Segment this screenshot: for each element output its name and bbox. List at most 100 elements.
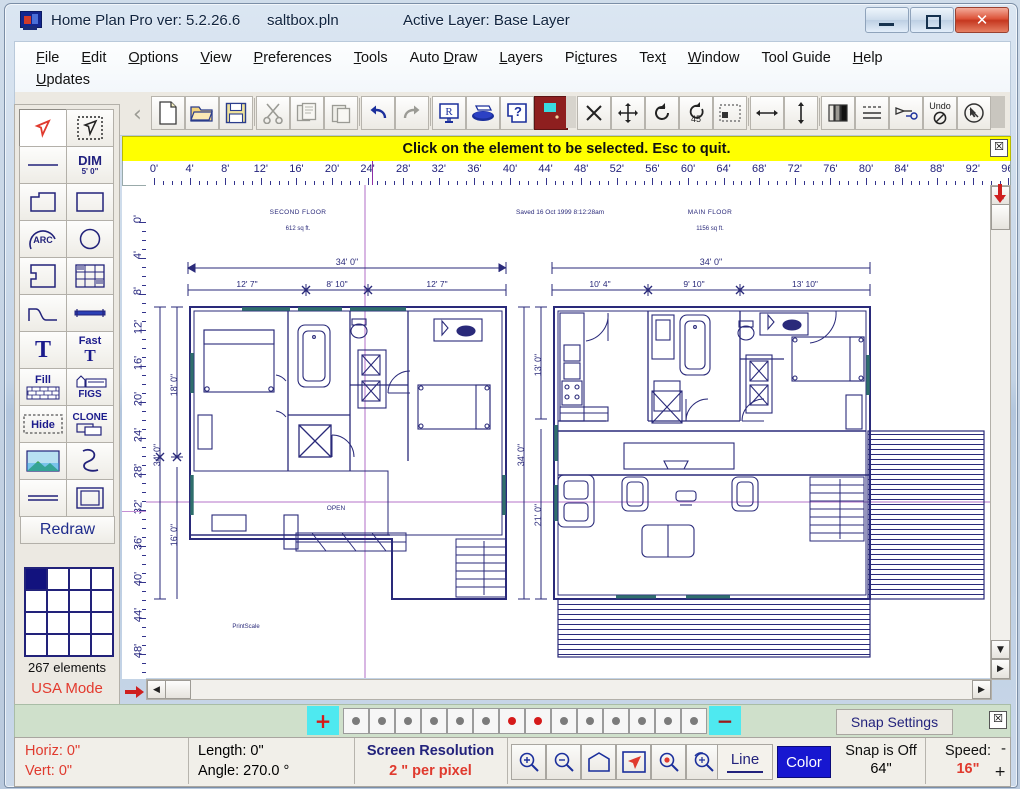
open-folder-icon[interactable] xyxy=(185,96,219,130)
rotate-icon[interactable] xyxy=(645,96,679,130)
layer-dot-8[interactable] xyxy=(551,708,577,734)
window-tool[interactable] xyxy=(66,257,114,295)
fast-text-tool[interactable]: Fast T xyxy=(66,331,114,369)
zoom-previous-icon[interactable] xyxy=(651,744,686,780)
line-style-button[interactable]: Line xyxy=(717,744,773,780)
render-monitor-icon[interactable]: R xyxy=(432,96,466,130)
snap-status-cell[interactable]: Snap is Off 64" xyxy=(837,738,926,784)
swatch[interactable] xyxy=(69,634,91,656)
swatch[interactable] xyxy=(25,590,47,612)
vertical-scroll-thumb[interactable] xyxy=(991,204,1010,230)
stair-curve-tool[interactable] xyxy=(19,294,67,332)
swatch[interactable] xyxy=(91,612,113,634)
layer-dot-active[interactable] xyxy=(499,708,525,734)
line-tool[interactable] xyxy=(19,146,67,184)
layer-dot-1[interactable] xyxy=(343,708,369,734)
cut-scissors-icon[interactable] xyxy=(256,96,290,130)
hide-tool[interactable]: Hide xyxy=(19,405,67,443)
zoom-in-icon[interactable] xyxy=(511,744,546,780)
help-room-icon[interactable]: ? xyxy=(500,96,534,130)
snap-settings-button[interactable]: Snap Settings xyxy=(836,709,953,735)
mirror-icon[interactable] xyxy=(821,96,855,130)
swatch[interactable] xyxy=(47,634,69,656)
swatch[interactable] xyxy=(25,634,47,656)
horizontal-scroll-thumb[interactable] xyxy=(165,680,191,699)
vertical-scrollbar[interactable]: ▲ ▼ ▶ xyxy=(990,185,1011,680)
horizontal-ruler[interactable]: 0' 4' 8' 12' 16' 20' 24' 28' 32' 36' 40' 44' 48' 52' 5… xyxy=(122,161,1011,185)
zoom-select-icon[interactable] xyxy=(616,744,651,780)
add-layer-button[interactable]: + xyxy=(307,706,339,735)
layer-dot-9[interactable] xyxy=(577,708,603,734)
redraw-button[interactable]: Redraw xyxy=(20,516,115,544)
print-icon[interactable] xyxy=(466,96,500,130)
swatch[interactable] xyxy=(69,590,91,612)
beam-tool[interactable] xyxy=(66,294,114,332)
menu-item-help[interactable]: Help xyxy=(842,50,894,66)
rotate-45-icon[interactable]: 45 xyxy=(679,96,713,130)
menu-item-tools[interactable]: Tools xyxy=(343,50,399,66)
text-tool[interactable]: T xyxy=(19,331,67,369)
menu-item-pictures[interactable]: Pictures xyxy=(554,50,628,66)
frame-tool[interactable] xyxy=(66,479,114,517)
undo-icon[interactable] xyxy=(361,96,395,130)
speed-increase-button[interactable]: + xyxy=(994,764,1006,780)
circle-tool[interactable] xyxy=(66,220,114,258)
new-file-icon[interactable] xyxy=(151,96,185,130)
menu-item-file[interactable]: File xyxy=(25,50,70,66)
no-select-icon[interactable] xyxy=(957,96,991,130)
menu-item-options[interactable]: Options xyxy=(117,50,189,66)
measure-icon[interactable] xyxy=(889,96,923,130)
paste-icon[interactable] xyxy=(324,96,358,130)
select-arrow-tool[interactable] xyxy=(19,109,67,147)
horizontal-scrollbar[interactable]: ◀ ▶ xyxy=(146,679,992,700)
move-icon[interactable] xyxy=(611,96,645,130)
menu-item-preferences[interactable]: Preferences xyxy=(243,50,343,66)
horizontal-resize-icon[interactable] xyxy=(750,96,784,130)
layer-bar-close-button[interactable]: ☒ xyxy=(989,711,1007,729)
layer-dot-3[interactable] xyxy=(395,708,421,734)
color-button[interactable]: Color xyxy=(777,746,831,778)
zoom-out-icon[interactable] xyxy=(546,744,581,780)
save-disk-icon[interactable] xyxy=(219,96,253,130)
layer-dot-13[interactable] xyxy=(681,708,707,734)
swatch[interactable] xyxy=(91,568,113,590)
speed-decrease-button[interactable]: - xyxy=(1001,741,1006,757)
layer-dot-11[interactable] xyxy=(629,708,655,734)
close-button[interactable]: ✕ xyxy=(955,7,1009,33)
layer-dot-10[interactable] xyxy=(603,708,629,734)
speed-cell[interactable]: Speed: 16" - + xyxy=(926,738,1010,784)
layer-dot-6[interactable] xyxy=(473,708,499,734)
menu-item-tool-guide[interactable]: Tool Guide xyxy=(750,50,841,66)
swatch[interactable] xyxy=(91,590,113,612)
zoom-fit-icon[interactable] xyxy=(581,744,616,780)
swatch[interactable] xyxy=(47,590,69,612)
swatch[interactable] xyxy=(69,568,91,590)
swatch[interactable] xyxy=(69,612,91,634)
copy-icon[interactable] xyxy=(290,96,324,130)
zoom-all-icon[interactable] xyxy=(686,744,721,780)
delete-x-icon[interactable] xyxy=(577,96,611,130)
dimension-tool[interactable]: DIM 5' 0" xyxy=(66,146,114,184)
menu-item-layers[interactable]: Layers xyxy=(488,50,554,66)
color-swatch-grid[interactable] xyxy=(24,567,114,657)
maximize-button[interactable] xyxy=(910,7,954,33)
swatch[interactable] xyxy=(25,612,47,634)
layer-dot-4[interactable] xyxy=(421,708,447,734)
undo-zero-icon[interactable]: Undo xyxy=(923,96,957,130)
double-line-tool[interactable] xyxy=(19,479,67,517)
select-box-tool[interactable] xyxy=(66,109,114,147)
minimize-button[interactable] xyxy=(865,7,909,33)
drawing-canvas[interactable]: SECOND FLOOR 612 sq ft. 34' 0" 12' 7" 8'… xyxy=(146,185,990,678)
polyline-tool[interactable] xyxy=(19,183,67,221)
select-area-icon[interactable] xyxy=(713,96,747,130)
door-icon[interactable] xyxy=(534,96,568,130)
hint-close-button[interactable]: ☒ xyxy=(990,139,1008,157)
toolbar-scroll-left-icon[interactable]: ‹ xyxy=(133,102,142,127)
menu-item-updates[interactable]: Updates xyxy=(25,72,101,88)
arc-tool[interactable]: ARC xyxy=(19,220,67,258)
menu-item-window[interactable]: Window xyxy=(677,50,751,66)
menu-item-auto-draw[interactable]: Auto Draw xyxy=(399,50,489,66)
layer-dot-5[interactable] xyxy=(447,708,473,734)
picture-tool[interactable] xyxy=(19,442,67,480)
menu-item-edit[interactable]: Edit xyxy=(70,50,117,66)
